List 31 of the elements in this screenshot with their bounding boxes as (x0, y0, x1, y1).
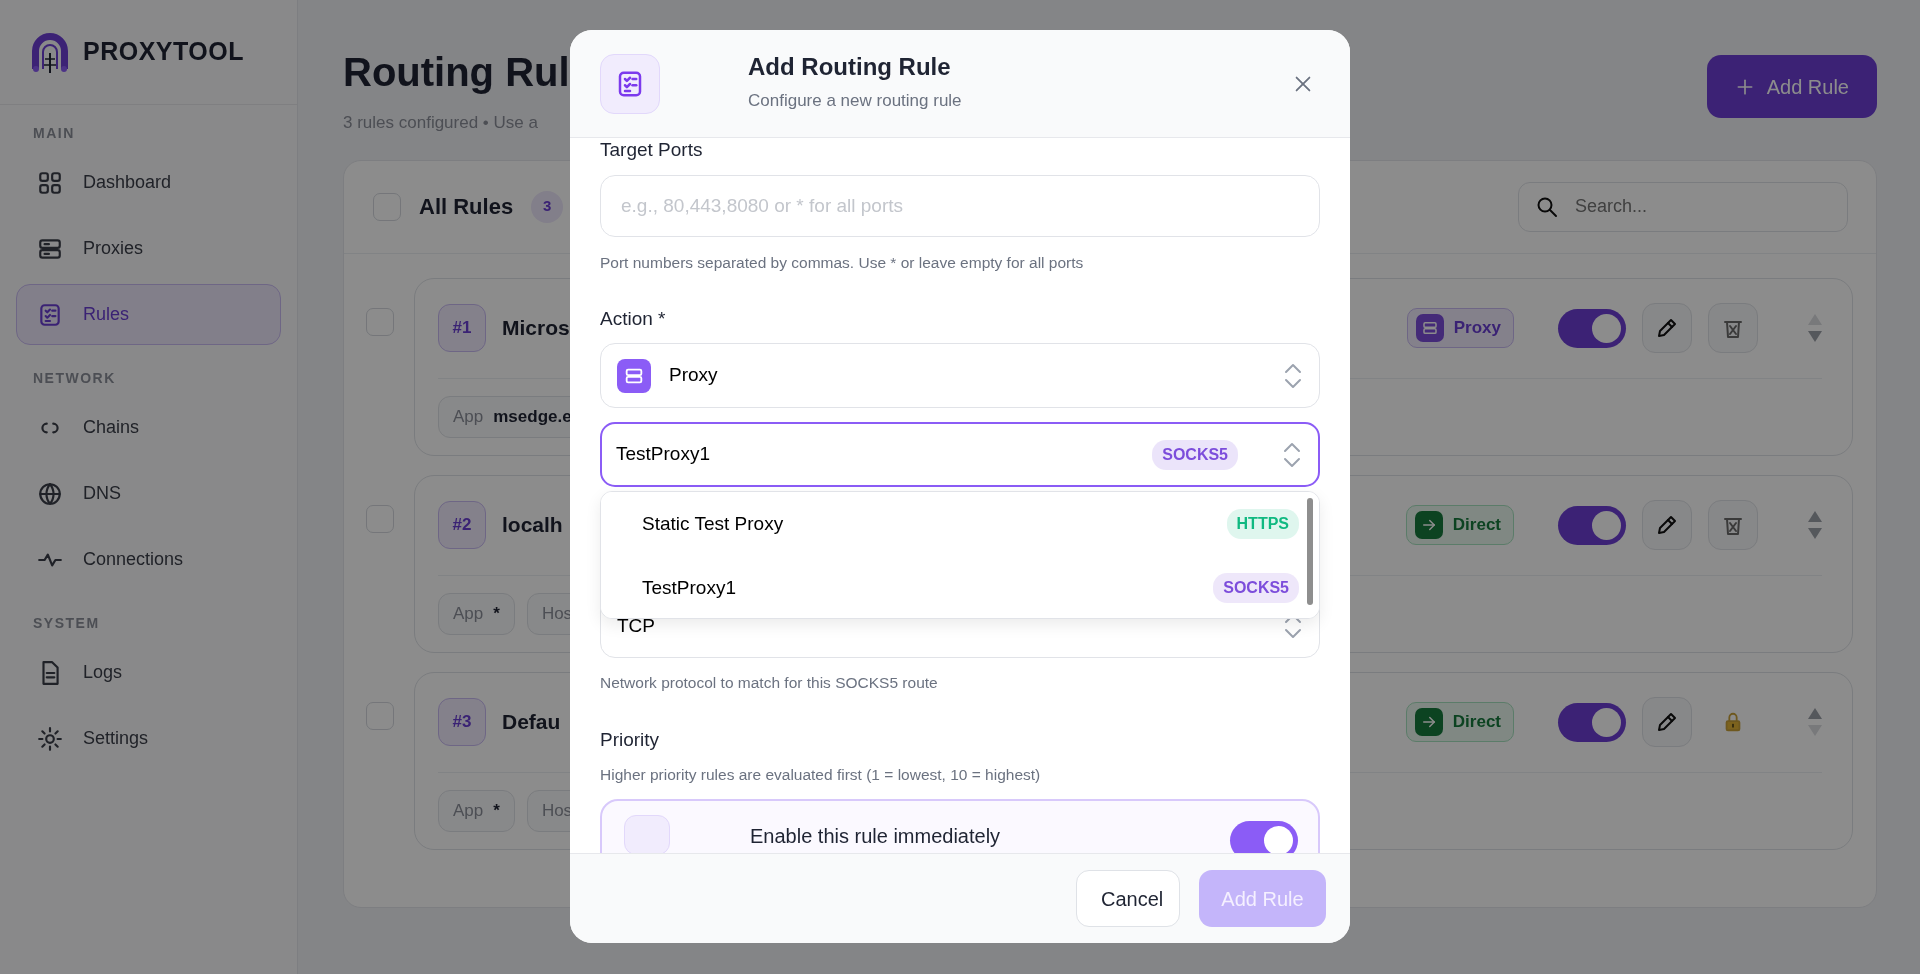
field-hint: Higher priority rules are evaluated first (1 = lowest, 10 = highest) (600, 765, 1042, 785)
field-label: Target Ports (600, 138, 704, 162)
protocol-badge: SOCKS5 (1213, 573, 1299, 603)
rule-name: Defau (502, 709, 561, 736)
rule-number: #2 (438, 501, 486, 549)
action-badge: Direct (1405, 505, 1514, 545)
action-badge: Direct (1405, 702, 1514, 742)
condition-chip: App * (438, 790, 515, 832)
rule-number: #1 (438, 304, 486, 352)
action-badge: Proxy (1406, 308, 1514, 348)
panel-title: All Rules (419, 193, 514, 221)
rule-number: #3 (438, 698, 486, 746)
section-heading: NETWORK (32, 369, 117, 388)
field-label: Priority (600, 728, 661, 752)
section-heading: MAIN (32, 124, 76, 143)
page-title: Routing Rul (343, 50, 570, 94)
rule-name: localh (502, 512, 563, 539)
protocol-badge: SOCKS5 (1152, 439, 1238, 470)
enable-label: Enable this rule immediately (750, 824, 1001, 849)
rule-name: Micros (502, 315, 570, 342)
protocol-badge: HTTPS (1226, 509, 1299, 539)
field-label: Action * (600, 307, 667, 331)
field-hint: Port numbers separated by commas. Use * or leave empty for all ports (600, 253, 1085, 273)
field-hint: Network protocol to match for this SOCKS5 route (600, 673, 939, 693)
page-subtitle: 3 rules configured • Use a (343, 112, 539, 134)
rule-count: 3 (531, 190, 564, 223)
dialog-subtitle: Configure a new routing rule (748, 90, 962, 113)
section-heading: SYSTEM (32, 614, 101, 633)
condition-chip: App * (438, 593, 515, 635)
dialog-title: Add Routing Rule (748, 53, 952, 83)
brand-name: PROXYTOOL (83, 36, 244, 68)
